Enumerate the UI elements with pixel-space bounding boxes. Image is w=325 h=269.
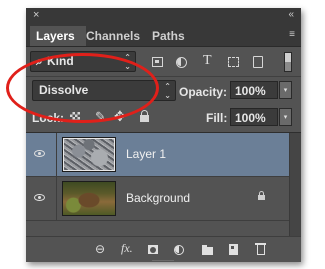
tab-paths[interactable]: Paths [146,26,191,46]
filter-row: ⌕ Kind ⌃ ⌄ T [26,46,301,76]
lock-icon [258,191,265,200]
eye-icon [34,150,45,157]
layer-thumbnail [62,137,116,172]
close-icon[interactable]: × [33,9,39,21]
layer-row[interactable]: Layer 1 [26,133,289,177]
search-icon: ⌕ [36,54,43,68]
lock-transparency-icon[interactable] [70,112,80,122]
lock-all-icon[interactable] [140,110,149,122]
panel-title-bar: × « [26,8,301,24]
link-layers-icon[interactable]: ⊖ [95,242,105,256]
lock-position-icon[interactable]: ✥ [114,108,126,125]
opacity-field[interactable]: 100% [230,81,278,99]
filter-toggle-switch[interactable] [284,52,292,72]
fx-icon[interactable]: fx. [121,241,133,256]
panel-tabs: Layers Channels Paths ≡ [26,24,301,47]
scrollbar[interactable] [289,133,301,237]
blend-row: Dissolve ⌃ ⌄ Opacity: 100% ▾ [26,76,301,105]
adjustment-layer-icon[interactable] [174,245,184,255]
lock-label: Lock: [32,111,65,125]
layer-name[interactable]: Layer 1 [126,147,166,161]
chevron-updown-icon: ⌃ ⌄ [124,53,131,71]
fill-dropdown-button[interactable]: ▾ [279,108,292,126]
new-layer-icon[interactable] [229,244,238,255]
adjustment-filter-icon[interactable] [176,57,187,68]
group-folder-icon[interactable] [202,245,213,255]
resize-grip[interactable] [152,260,174,262]
collapse-icon[interactable]: « [288,9,294,21]
pixel-filter-icon[interactable] [152,57,163,67]
opacity-dropdown-button[interactable]: ▾ [279,81,292,99]
layers-bottom-toolbar: ⊖ fx. [26,236,301,262]
lock-row: Lock: ✎ ✥ Fill: 100% ▾ [26,105,301,131]
type-filter-icon[interactable]: T [203,53,212,69]
trash-icon[interactable] [255,243,266,255]
blend-mode-select[interactable]: Dissolve ⌃ ⌄ [32,80,176,101]
smart-object-filter-icon[interactable] [253,56,263,68]
visibility-toggle[interactable] [26,133,57,176]
layer-name[interactable]: Background [126,191,190,205]
fill-field[interactable]: 100% [230,108,278,126]
chevron-updown-icon: ⌃ ⌄ [164,82,171,100]
filter-kind-select[interactable]: ⌕ Kind ⌃ ⌄ [30,51,136,72]
layers-list: Layer 1 Background [26,132,301,237]
eye-icon [34,194,45,201]
filter-kind-label: Kind [47,54,74,68]
layer-row[interactable]: Background [26,177,289,221]
blend-mode-value: Dissolve [39,83,89,97]
fill-label: Fill: [206,111,228,125]
panel-menu-icon[interactable]: ≡ [289,30,295,40]
tab-layers[interactable]: Layers [30,26,86,46]
lock-pixels-icon[interactable]: ✎ [95,109,106,125]
opacity-label: Opacity: [179,85,228,99]
visibility-toggle[interactable] [26,177,57,220]
tab-channels[interactable]: Channels [80,26,146,46]
layers-panel: × « Layers Channels Paths ≡ ⌕ Kind ⌃ ⌄ T … [26,8,301,262]
shape-filter-icon[interactable] [228,57,239,67]
layer-thumbnail [62,181,116,216]
layer-mask-icon[interactable] [148,245,158,254]
